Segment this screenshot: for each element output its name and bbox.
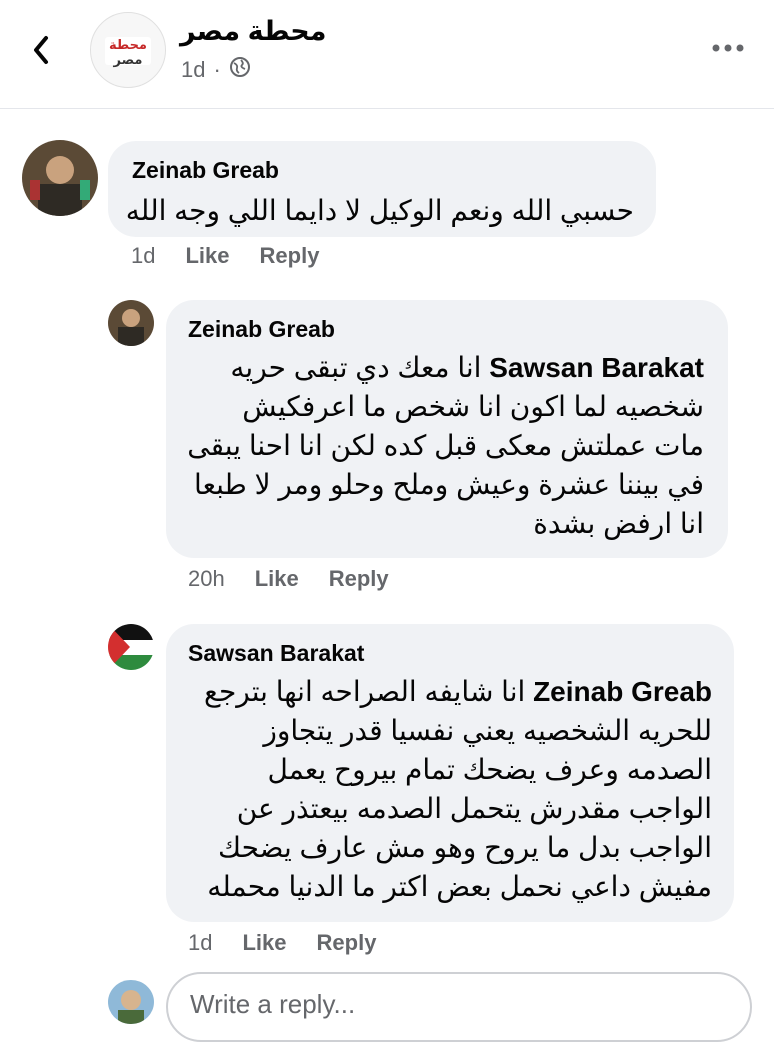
page-avatar[interactable]: محطة مصر (90, 12, 166, 88)
back-arrow-icon[interactable] (24, 28, 64, 72)
more-options-icon[interactable] (708, 36, 748, 60)
comment-body: انا شايفه الصراحه انها بترجع للحريه الشخ… (204, 676, 712, 902)
page-logo: محطة مصر (91, 13, 165, 87)
page-name[interactable]: محطة مصر (180, 16, 326, 47)
comment-text: حسبي الله ونعم الوكيل لا دايما اللي وجه … (125, 195, 634, 226)
mention-link[interactable]: Zeinab Greab (533, 676, 712, 707)
comment-author[interactable]: Sawsan Barakat (188, 640, 364, 667)
comment-bubble: Zeinab Greab حسبي الله ونعم الوكيل لا دا… (108, 141, 656, 237)
post-header: محطة مصر محطة مصر 1d · (0, 0, 774, 109)
reply-button[interactable]: Reply (317, 930, 377, 956)
comment-time[interactable]: 1d (131, 243, 155, 269)
globe-icon (229, 56, 251, 84)
comment-text: Zeinab Greab انا شايفه الصراحه انها بترج… (184, 672, 712, 906)
post-meta: 1d · (181, 56, 251, 84)
comment-time[interactable]: 1d (188, 930, 212, 956)
mention-link[interactable]: Sawsan Barakat (489, 352, 704, 383)
comment-bubble: Zeinab Greab Sawsan Barakat انا معك دي ت… (166, 300, 728, 558)
post-time[interactable]: 1d (181, 57, 205, 83)
comment-author[interactable]: Zeinab Greab (188, 316, 335, 343)
comment-actions: 1d Like Reply (188, 930, 406, 956)
avatar[interactable] (108, 300, 154, 346)
reply-button[interactable]: Reply (260, 243, 320, 269)
comment-time[interactable]: 20h (188, 566, 225, 592)
avatar[interactable] (108, 624, 154, 670)
comment-author[interactable]: Zeinab Greab (132, 157, 279, 184)
meta-separator: · (213, 57, 221, 82)
logo-text-bottom: مصر (113, 53, 143, 68)
like-button[interactable]: Like (242, 930, 286, 956)
like-button[interactable]: Like (255, 566, 299, 592)
reply-button[interactable]: Reply (329, 566, 389, 592)
comment-actions: 1d Like Reply (131, 243, 349, 269)
current-user-avatar (108, 980, 154, 1024)
reply-input[interactable] (188, 988, 712, 1021)
comment-text: Sawsan Barakat انا معك دي تبقى حريه شخصي… (186, 348, 704, 543)
reply-box[interactable] (166, 972, 752, 1042)
comment-bubble: Sawsan Barakat Zeinab Greab انا شايفه ال… (166, 624, 734, 922)
avatar[interactable] (22, 140, 98, 216)
comment-actions: 20h Like Reply (188, 566, 419, 592)
logo-text-top: محطة (109, 38, 147, 53)
like-button[interactable]: Like (185, 243, 229, 269)
